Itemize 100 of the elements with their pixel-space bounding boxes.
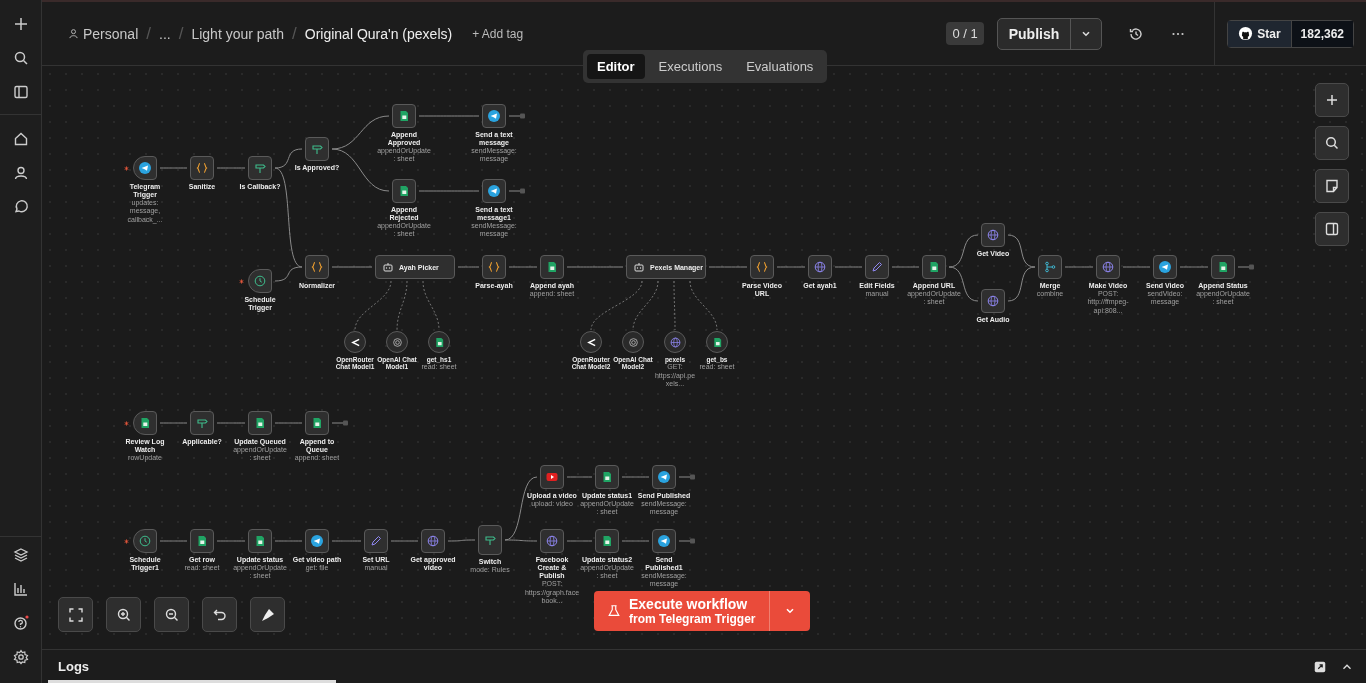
tool-node[interactable]: [344, 331, 366, 353]
workflow-node[interactable]: [133, 529, 157, 553]
tool-node[interactable]: [580, 331, 602, 353]
workflow-node[interactable]: [482, 255, 506, 279]
workflow-node[interactable]: [248, 411, 272, 435]
user-icon[interactable]: [12, 165, 29, 181]
connector-line: [566, 476, 593, 478]
workflow-node[interactable]: [865, 255, 889, 279]
breadcrumb-separator: /: [178, 23, 184, 44]
paper-plane-icon: [488, 110, 500, 122]
zoom-in-icon: [115, 606, 132, 623]
workflow-node[interactable]: [305, 411, 329, 435]
tool-node[interactable]: [386, 331, 408, 353]
github-star-button[interactable]: Star 182,362: [1227, 19, 1354, 48]
workflow-node[interactable]: [652, 529, 676, 553]
workflow-node[interactable]: [392, 179, 416, 203]
workflow-node[interactable]: [595, 465, 619, 489]
paper-plane-icon: [488, 185, 500, 197]
logs-title[interactable]: Logs: [58, 659, 90, 674]
workflow-node[interactable]: [981, 289, 1005, 313]
spreadsheet-icon: [139, 417, 151, 429]
workflow-node[interactable]: [1153, 255, 1177, 279]
zoom-out-button[interactable]: [154, 597, 189, 632]
workflow-node[interactable]: [248, 269, 272, 293]
breadcrumb-link[interactable]: ...: [159, 25, 171, 42]
add-node-handle[interactable]: [678, 538, 695, 544]
chat-icon[interactable]: [12, 199, 29, 215]
undo-button[interactable]: [202, 597, 237, 632]
user-icon: [68, 28, 79, 39]
workflow-node[interactable]: [1038, 255, 1062, 279]
tool-node[interactable]: [664, 331, 686, 353]
workflow-title[interactable]: Original Qura'n (pexels): [304, 25, 453, 42]
add-node-handle[interactable]: [508, 188, 525, 194]
plus-icon[interactable]: [12, 16, 29, 32]
connector-line: [447, 539, 476, 542]
expand-icon: [67, 606, 84, 623]
tidy-up-button[interactable]: [250, 597, 285, 632]
workflow-node[interactable]: [478, 525, 502, 555]
pop-out-icon[interactable]: [1313, 659, 1327, 674]
home-icon[interactable]: [12, 131, 29, 147]
workflow-node[interactable]: [540, 465, 564, 489]
view-tab[interactable]: Executions: [648, 54, 733, 79]
workflow-node[interactable]: [652, 465, 676, 489]
workflow-node[interactable]: [305, 529, 329, 553]
workflow-node[interactable]: [305, 137, 329, 161]
workflow-node[interactable]: [482, 179, 506, 203]
workflow-node[interactable]: [981, 223, 1005, 247]
search-button[interactable]: [1315, 126, 1349, 160]
help-icon[interactable]: [12, 615, 29, 631]
cube-stack-icon[interactable]: [12, 547, 29, 563]
workflow-node[interactable]: [392, 104, 416, 128]
workflow-node[interactable]: [482, 104, 506, 128]
sidebar-toggle-icon[interactable]: [12, 84, 29, 100]
add-node-handle[interactable]: [331, 420, 348, 426]
connector-line: [566, 266, 624, 268]
breadcrumb-link[interactable]: Light your path: [191, 25, 285, 42]
workflow-node[interactable]: [248, 156, 272, 180]
tool-node[interactable]: [428, 331, 450, 353]
workflow-node[interactable]: [808, 255, 832, 279]
workflow-node[interactable]: [190, 156, 214, 180]
workflow-node[interactable]: [248, 529, 272, 553]
view-tab[interactable]: Editor: [587, 54, 645, 79]
workflow-node[interactable]: [364, 529, 388, 553]
workflow-node[interactable]: [595, 529, 619, 553]
add-tag-button[interactable]: + Add tag: [466, 25, 530, 42]
tool-node[interactable]: [706, 331, 728, 353]
pencil-icon: [871, 261, 883, 273]
workflow-node[interactable]: [190, 529, 214, 553]
execute-trigger-label: from Telegram Trigger: [629, 612, 756, 626]
workflow-node[interactable]: [133, 156, 157, 180]
globe-icon: [427, 535, 439, 547]
connector-line: [1007, 266, 1036, 302]
tool-node[interactable]: [622, 331, 644, 353]
add-node-button[interactable]: [1315, 83, 1349, 117]
workflow-node[interactable]: [750, 255, 774, 279]
add-node-handle[interactable]: [508, 113, 525, 119]
merge-icon: [1044, 261, 1056, 273]
workflow-node[interactable]: [190, 411, 214, 435]
connector-line: [689, 280, 718, 331]
add-node-handle[interactable]: [1237, 264, 1254, 270]
zoom-in-button[interactable]: [106, 597, 141, 632]
workflow-node[interactable]: [1211, 255, 1235, 279]
spreadsheet-icon: [1217, 261, 1229, 273]
workflow-node[interactable]: [922, 255, 946, 279]
breadcrumb-link[interactable]: Personal: [83, 25, 139, 42]
add-node-handle[interactable]: [678, 474, 695, 480]
view-tab[interactable]: Evaluations: [736, 54, 824, 79]
workflow-node[interactable]: [1096, 255, 1120, 279]
fit-view-button[interactable]: [58, 597, 93, 632]
sticky-note-button[interactable]: [1315, 169, 1349, 203]
panel-toggle-button[interactable]: [1315, 212, 1349, 246]
history-icon[interactable]: [1128, 25, 1145, 42]
settings-icon[interactable]: [12, 649, 29, 665]
workflow-node[interactable]: [540, 529, 564, 553]
workflow-node[interactable]: [133, 411, 157, 435]
search-icon[interactable]: [12, 50, 29, 66]
workflow-node[interactable]: [421, 529, 445, 553]
workflow-node[interactable]: [305, 255, 329, 279]
workflow-node[interactable]: [540, 255, 564, 279]
bar-chart-icon[interactable]: [12, 581, 29, 597]
